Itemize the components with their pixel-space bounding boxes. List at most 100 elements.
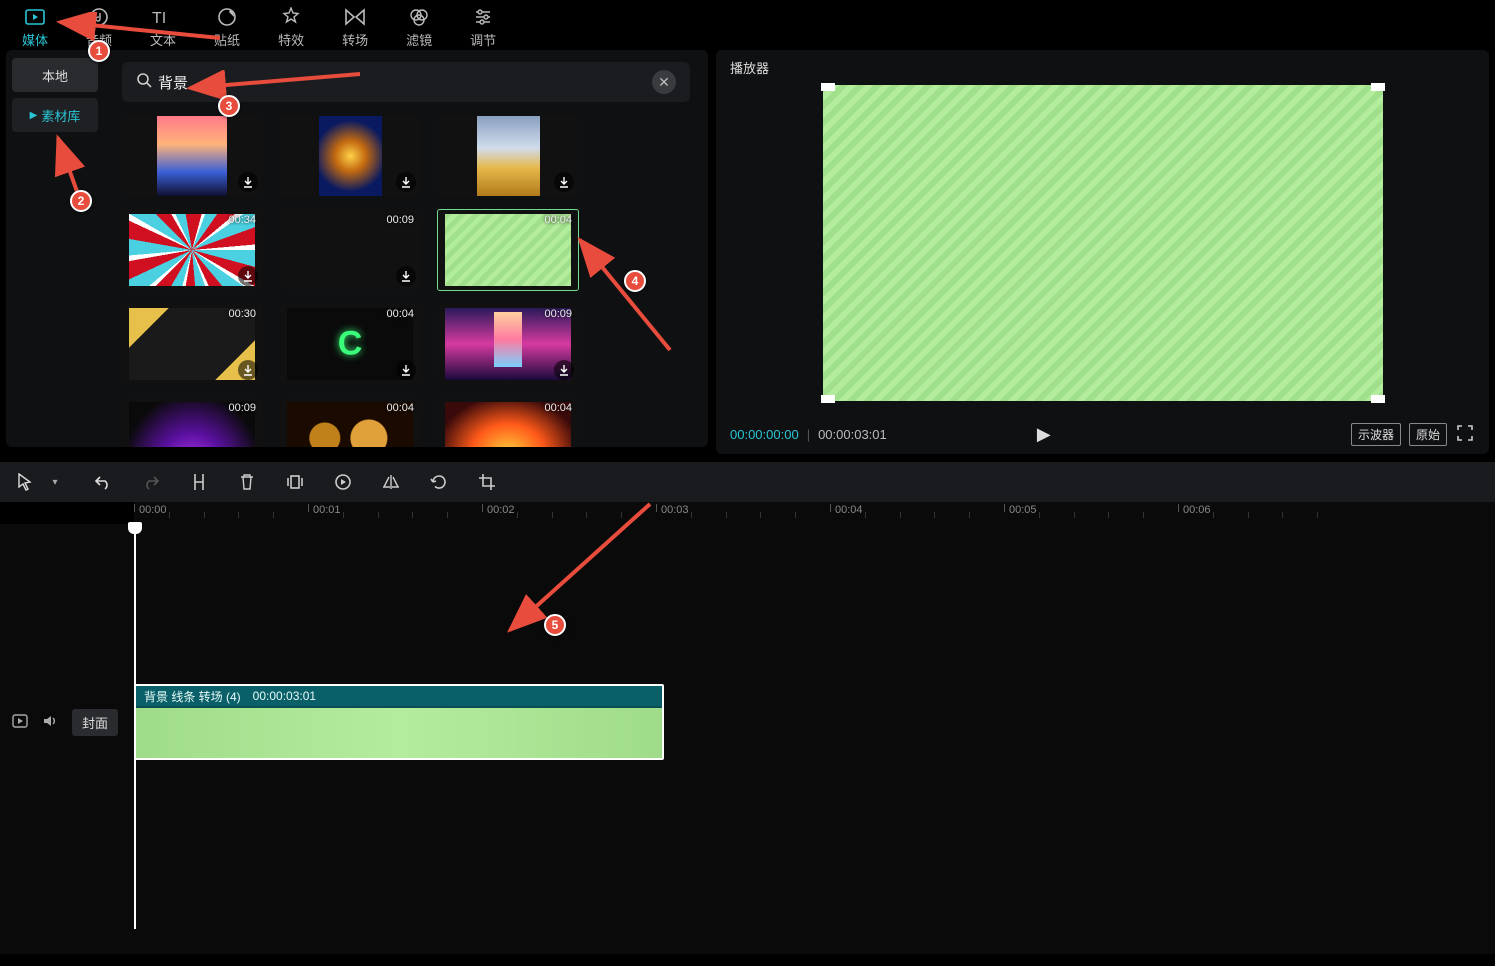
ruler-tick — [1074, 512, 1075, 518]
player-controls: 00:00:00:00 | 00:00:03:01 ▶ 示波器 原始 — [716, 401, 1489, 446]
download-icon[interactable] — [396, 172, 416, 192]
resize-handle-tl[interactable] — [821, 83, 835, 91]
asset-thumbnail[interactable] — [438, 116, 578, 196]
download-icon[interactable] — [554, 172, 574, 192]
download-icon[interactable] — [554, 360, 574, 380]
frame-tool[interactable] — [284, 471, 306, 493]
download-icon[interactable] — [396, 360, 416, 380]
asset-thumbnail[interactable] — [280, 116, 420, 196]
transition-icon — [344, 6, 366, 28]
tab-audio[interactable]: 音频 — [86, 4, 112, 50]
ruler-tick — [1039, 512, 1040, 518]
ruler-mark: 00:05 — [1004, 504, 1037, 512]
delete-tool[interactable] — [236, 471, 258, 493]
asset-thumbnail[interactable]: 00:09 — [438, 304, 578, 384]
timeline-tracks[interactable]: 封面 背景 线条 转场 (4) 00:00:03:01 — [0, 524, 1495, 954]
ruler-mark: 00:00 — [134, 504, 167, 512]
fullscreen-icon[interactable] — [1455, 425, 1475, 444]
asset-thumbnail[interactable]: C00:04 — [280, 304, 420, 384]
tab-sticker[interactable]: 贴纸 — [214, 4, 240, 50]
original-button[interactable]: 原始 — [1409, 423, 1447, 446]
asset-thumbnail[interactable]: 00:09 — [122, 398, 262, 447]
adjust-icon — [472, 6, 494, 28]
player-panel: 播放器 00:00:00:00 | 00:00:03:01 ▶ 示波器 原始 — [716, 50, 1489, 454]
player-viewport[interactable] — [823, 85, 1383, 401]
chevron-right-icon: ▶ — [30, 110, 38, 121]
search-bar: ✕ — [122, 62, 690, 102]
thumbnail-duration: 00:09 — [386, 214, 414, 226]
tab-filter[interactable]: 滤镜 — [406, 4, 432, 50]
ruler-tick — [865, 512, 866, 518]
resize-handle-br[interactable] — [1371, 395, 1385, 403]
asset-thumbnail[interactable]: 00:04 — [438, 210, 578, 290]
download-icon[interactable] — [238, 360, 258, 380]
ruler-tick — [621, 512, 622, 518]
thumbnail-art — [157, 116, 227, 196]
redo-button[interactable] — [140, 471, 162, 493]
split-tool[interactable] — [188, 471, 210, 493]
audio-icon — [88, 6, 110, 28]
ruler-tick — [552, 512, 553, 518]
preview-canvas[interactable] — [823, 85, 1383, 401]
media-sidebar: 本地 ▶素材库 — [6, 50, 104, 447]
clear-search-button[interactable]: ✕ — [652, 70, 676, 94]
sticker-icon — [216, 6, 238, 28]
thumbnail-duration: 00:09 — [544, 308, 572, 320]
resize-handle-tr[interactable] — [1371, 83, 1385, 91]
tab-transition[interactable]: 转场 — [342, 4, 368, 50]
asset-thumbnail[interactable]: 00:09 — [280, 210, 420, 290]
tab-media[interactable]: 媒体 — [22, 4, 48, 50]
thumbnail-duration: 00:04 — [544, 402, 572, 414]
download-icon[interactable] — [396, 266, 416, 286]
ruler-mark: 00:03 — [656, 504, 689, 512]
effects-icon — [280, 6, 302, 28]
cover-button[interactable]: 封面 — [72, 709, 118, 736]
ruler-tick — [795, 512, 796, 518]
tab-text[interactable]: TI 文本 — [150, 4, 176, 50]
search-input[interactable] — [152, 74, 652, 91]
ruler-tick — [517, 512, 518, 518]
undo-button[interactable] — [92, 471, 114, 493]
ruler-tick — [1282, 512, 1283, 518]
asset-thumbnail[interactable]: 00:04 — [280, 398, 420, 447]
ruler-tick — [586, 512, 587, 518]
sidebar-item-library[interactable]: ▶素材库 — [12, 98, 98, 132]
tool-dropdown-icon[interactable]: ▾ — [44, 471, 66, 493]
ruler-tick — [1248, 512, 1249, 518]
rotate-tool[interactable] — [428, 471, 450, 493]
tab-label: 滤镜 — [406, 30, 432, 49]
ruler-tick — [169, 512, 170, 518]
timeline-toolbar: ▾ — [0, 462, 1495, 502]
tab-effects[interactable]: 特效 — [278, 4, 304, 50]
asset-thumbnail[interactable]: 00:34 — [122, 210, 262, 290]
timeline-clip[interactable]: 背景 线条 转场 (4) 00:00:03:01 — [134, 684, 664, 760]
asset-thumbnail[interactable]: 00:04 — [438, 398, 578, 447]
sidebar-item-label: 素材库 — [41, 106, 80, 125]
select-tool[interactable] — [14, 471, 36, 493]
tab-label: 媒体 — [22, 30, 48, 49]
ruler-mark: 00:01 — [308, 504, 341, 512]
ruler-tick — [1108, 512, 1109, 518]
search-icon — [136, 72, 152, 93]
timeline-ruler[interactable]: 00:0000:0100:0200:0300:0400:0500:06 — [134, 502, 1495, 524]
media-panel: 本地 ▶素材库 ✕ 00:34 00:09 00:04 00:30C00:04 00:0… — [6, 50, 708, 447]
waveform-button[interactable]: 示波器 — [1351, 423, 1401, 446]
sidebar-item-local[interactable]: 本地 — [12, 58, 98, 92]
mirror-tool[interactable] — [380, 471, 402, 493]
speed-tool[interactable] — [332, 471, 354, 493]
asset-thumbnail[interactable]: 00:30 — [122, 304, 262, 384]
download-icon[interactable] — [238, 266, 258, 286]
sidebar-item-label: 本地 — [42, 66, 68, 85]
download-icon[interactable] — [238, 172, 258, 192]
crop-tool[interactable] — [476, 471, 498, 493]
tab-label: 音频 — [86, 30, 112, 49]
resize-handle-bl[interactable] — [821, 395, 835, 403]
track-mute-icon[interactable] — [42, 714, 58, 731]
thumbnail-duration: 00:04 — [544, 214, 572, 226]
ruler-tick — [378, 512, 379, 518]
tab-adjust[interactable]: 调节 — [470, 4, 496, 50]
track-toggle-video-icon[interactable] — [12, 714, 28, 731]
ruler-tick — [934, 512, 935, 518]
play-button[interactable]: ▶ — [1037, 424, 1051, 445]
asset-thumbnail[interactable] — [122, 116, 262, 196]
